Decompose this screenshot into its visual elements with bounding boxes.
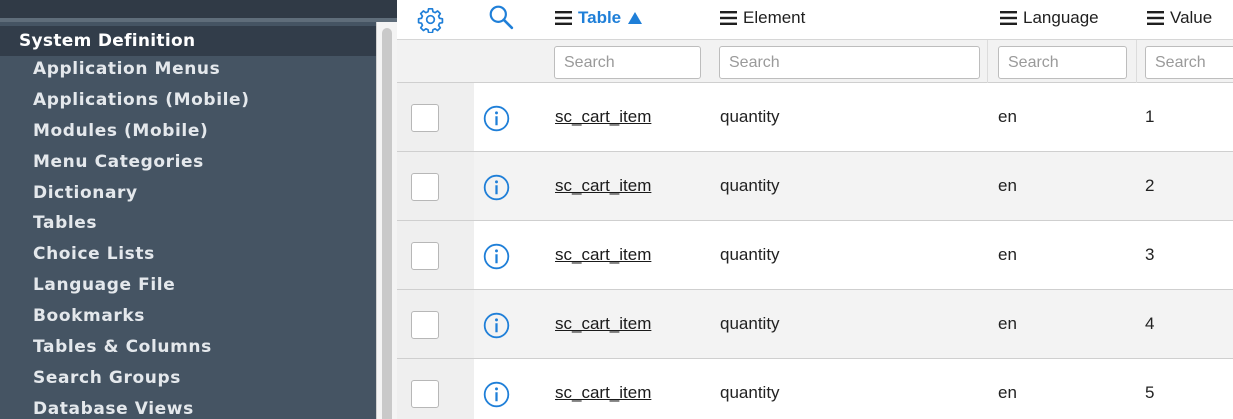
sidebar-item-menu-categories[interactable]: Menu Categories [0,149,376,180]
sidebar-scrollbar[interactable] [376,22,397,419]
cell-language: en [998,383,1017,402]
search-input-table[interactable] [554,46,701,79]
row-select-cell [397,152,474,220]
list-table: Table Element Language Value sc_cart_ite… [397,0,1233,419]
list-icon[interactable] [54,0,74,2]
cell-element: quantity [720,107,780,126]
row-checkbox[interactable] [411,173,439,201]
section-header-system-definition[interactable]: System Definition [0,26,376,56]
sidebar-item-application-menus[interactable]: Application Menus [0,56,376,87]
row-checkbox[interactable] [411,104,439,132]
info-icon[interactable] [483,243,510,270]
column-label-element: Element [743,8,806,27]
cell-element: quantity [720,176,780,195]
info-icon[interactable] [483,174,510,201]
cell-table-link[interactable]: sc_cart_item [555,383,651,403]
column-header-value[interactable]: Value [1147,7,1212,29]
sidebar-module-list: Application Menus Applications (Mobile) … [0,56,376,419]
column-separator [987,40,988,83]
cell-value: 4 [1145,314,1155,333]
sidebar-item-bookmarks[interactable]: Bookmarks [0,303,376,334]
cell-element: quantity [720,383,780,402]
sidebar-item-choice-lists[interactable]: Choice Lists [0,241,376,272]
sidebar-divider [0,18,397,22]
sidebar-top-bar [0,0,397,18]
star-icon[interactable] [186,0,206,2]
sidebar-item-tables-columns[interactable]: Tables & Columns [0,334,376,365]
column-header-element[interactable]: Element [720,7,805,29]
search-icon[interactable] [488,4,514,30]
cell-language: en [998,314,1017,333]
row-checkbox[interactable] [411,380,439,408]
row-checkbox[interactable] [411,311,439,339]
cell-table-link[interactable]: sc_cart_item [555,314,651,334]
cell-value: 5 [1145,383,1155,402]
sidebar-item-search-groups[interactable]: Search Groups [0,365,376,396]
search-input-element[interactable] [719,46,980,79]
cell-language: en [998,245,1017,264]
sidebar-item-dictionary[interactable]: Dictionary [0,180,376,211]
cell-table-link[interactable]: sc_cart_item [555,245,651,265]
sidebar-item-tables[interactable]: Tables [0,210,376,241]
navigator-sidebar: System Definition Application Menus Appl… [0,0,397,419]
column-label-language: Language [1023,8,1099,27]
info-icon[interactable] [483,312,510,339]
column-label-table: Table [578,8,622,27]
table-row[interactable]: sc_cart_item quantity en 2 [397,152,1233,221]
search-input-language[interactable] [998,46,1127,79]
cell-table-link[interactable]: sc_cart_item [555,176,651,196]
info-icon[interactable] [483,381,510,408]
column-header-table[interactable]: Table [555,7,643,29]
cell-value: 1 [1145,107,1155,126]
column-label-value: Value [1170,8,1213,27]
sidebar-item-modules-mobile[interactable]: Modules (Mobile) [0,118,376,149]
column-menu-icon[interactable] [555,11,572,25]
table-row[interactable]: sc_cart_item quantity en 1 [397,83,1233,152]
cell-language: en [998,176,1017,195]
table-row[interactable]: sc_cart_item quantity en 4 [397,290,1233,359]
cell-value: 3 [1145,245,1155,264]
row-select-cell [397,359,474,419]
column-header-language[interactable]: Language [1000,7,1099,29]
sidebar-item-language-file[interactable]: Language File [0,272,376,303]
sidebar-scrollbar-thumb[interactable] [382,28,392,419]
column-menu-icon[interactable] [1000,11,1017,25]
column-header-row: Table Element Language Value [397,0,1233,40]
table-row[interactable]: sc_cart_item quantity en 5 [397,359,1233,419]
sidebar-item-database-views[interactable]: Database Views [0,396,376,419]
cell-element: quantity [720,245,780,264]
column-menu-icon[interactable] [1147,11,1164,25]
column-search-row [397,40,1233,83]
row-select-cell [397,83,474,151]
table-row[interactable]: sc_cart_item quantity en 3 [397,221,1233,290]
column-menu-icon[interactable] [720,11,737,25]
gear-icon[interactable] [417,6,444,33]
row-checkbox[interactable] [411,242,439,270]
sort-ascending-icon[interactable] [628,12,643,24]
row-select-cell [397,221,474,289]
cell-table-link[interactable]: sc_cart_item [555,107,651,127]
row-select-cell [397,290,474,358]
cell-language: en [998,107,1017,126]
history-icon[interactable] [318,0,338,2]
search-input-value[interactable] [1145,46,1233,79]
column-separator [1136,40,1137,83]
cell-element: quantity [720,314,780,333]
info-icon[interactable] [483,105,510,132]
cell-value: 2 [1145,176,1155,195]
sidebar-item-applications-mobile[interactable]: Applications (Mobile) [0,87,376,118]
